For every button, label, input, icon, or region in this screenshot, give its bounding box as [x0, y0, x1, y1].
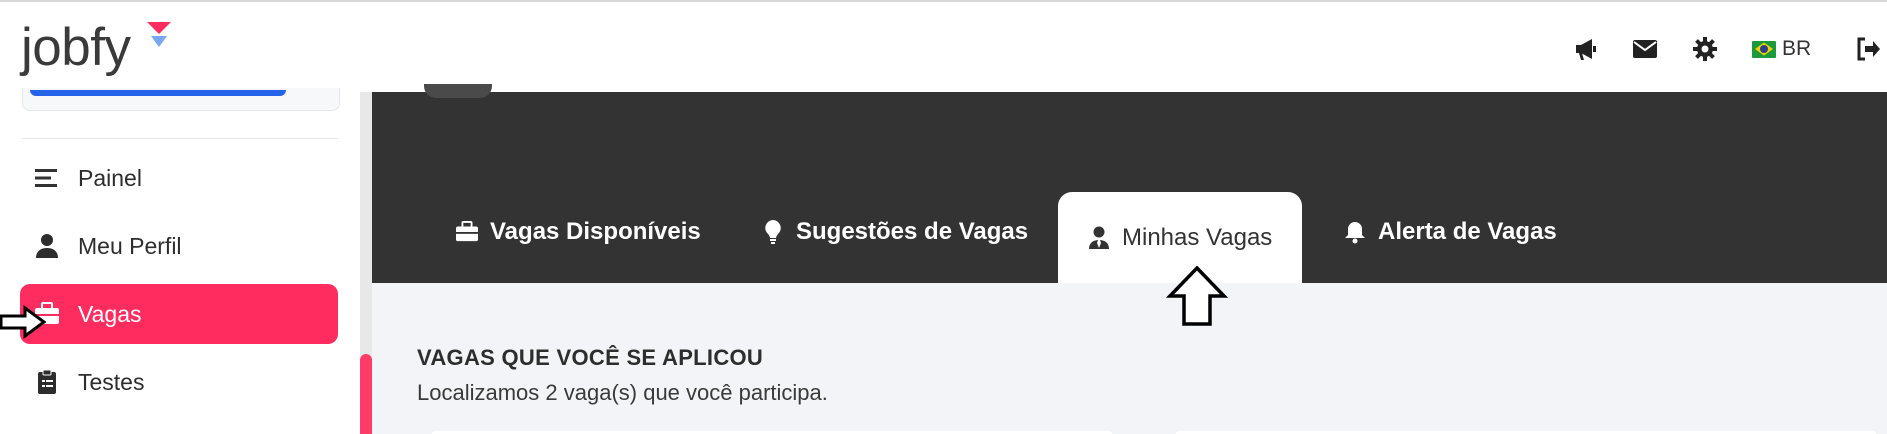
sidebar-item-vagas[interactable]: Vagas	[20, 284, 338, 344]
main-content: VAGAS QUE VOCÊ SE APLICOU Localizamos 2 …	[372, 283, 1887, 434]
envelope-icon[interactable]	[1632, 36, 1658, 62]
tab-label: Alerta de Vagas	[1378, 218, 1557, 245]
user-tie-icon	[1086, 225, 1112, 251]
brazil-flag-icon	[1752, 40, 1776, 58]
section-title: VAGAS QUE VOCÊ SE APLICOU	[417, 345, 764, 370]
tabs-band: Vagas Disponíveis Sugestões de Vagas Min…	[372, 84, 1887, 283]
user-icon	[32, 231, 62, 261]
sidebar-item-label: Painel	[78, 164, 142, 191]
logo-mark-icon	[147, 22, 171, 47]
sidebar: Painel Meu Perfil Vagas Testes	[0, 88, 360, 434]
annotation-arrow-up-icon	[1166, 266, 1228, 326]
section-subtitle: Localizamos 2 vaga(s) que você participa…	[417, 380, 828, 405]
sidebar-item-label: Meu Perfil	[78, 232, 182, 259]
menu-icon	[32, 163, 62, 193]
tab-vagas-disponiveis[interactable]: Vagas Disponíveis	[454, 192, 701, 272]
sidebar-item-label: Testes	[78, 368, 145, 395]
profile-button[interactable]	[30, 90, 286, 96]
brand-logo[interactable]: jobfy	[21, 18, 131, 78]
sidebar-item-painel[interactable]: Painel	[20, 148, 338, 208]
gear-icon[interactable]	[1692, 36, 1718, 62]
bell-icon	[1342, 219, 1368, 245]
sidebar-scrollbar-thumb[interactable]	[360, 354, 372, 434]
top-header: jobfy BR	[0, 2, 1887, 92]
sidebar-divider	[22, 138, 338, 139]
band-pill-button[interactable]	[424, 84, 492, 98]
sidebar-item-meu-perfil[interactable]: Meu Perfil	[20, 216, 338, 276]
sidebar-item-testes[interactable]: Testes	[20, 352, 338, 412]
annotation-arrow-right-icon	[0, 305, 46, 339]
language-label: BR	[1782, 37, 1812, 60]
briefcase-icon	[454, 219, 480, 245]
tab-label: Minhas Vagas	[1122, 223, 1273, 251]
language-selector[interactable]: BR	[1752, 36, 1811, 62]
tab-sugestoes-de-vagas[interactable]: Sugestões de Vagas	[760, 192, 1028, 272]
lightbulb-icon	[760, 219, 786, 245]
tab-alerta-de-vagas[interactable]: Alerta de Vagas	[1342, 192, 1557, 272]
clipboard-icon	[32, 367, 62, 397]
tab-label: Vagas Disponíveis	[490, 218, 701, 245]
megaphone-icon[interactable]	[1573, 36, 1599, 62]
logout-icon[interactable]	[1855, 36, 1881, 62]
sidebar-item-label: Vagas	[78, 300, 142, 327]
tab-label: Sugestões de Vagas	[796, 218, 1029, 245]
